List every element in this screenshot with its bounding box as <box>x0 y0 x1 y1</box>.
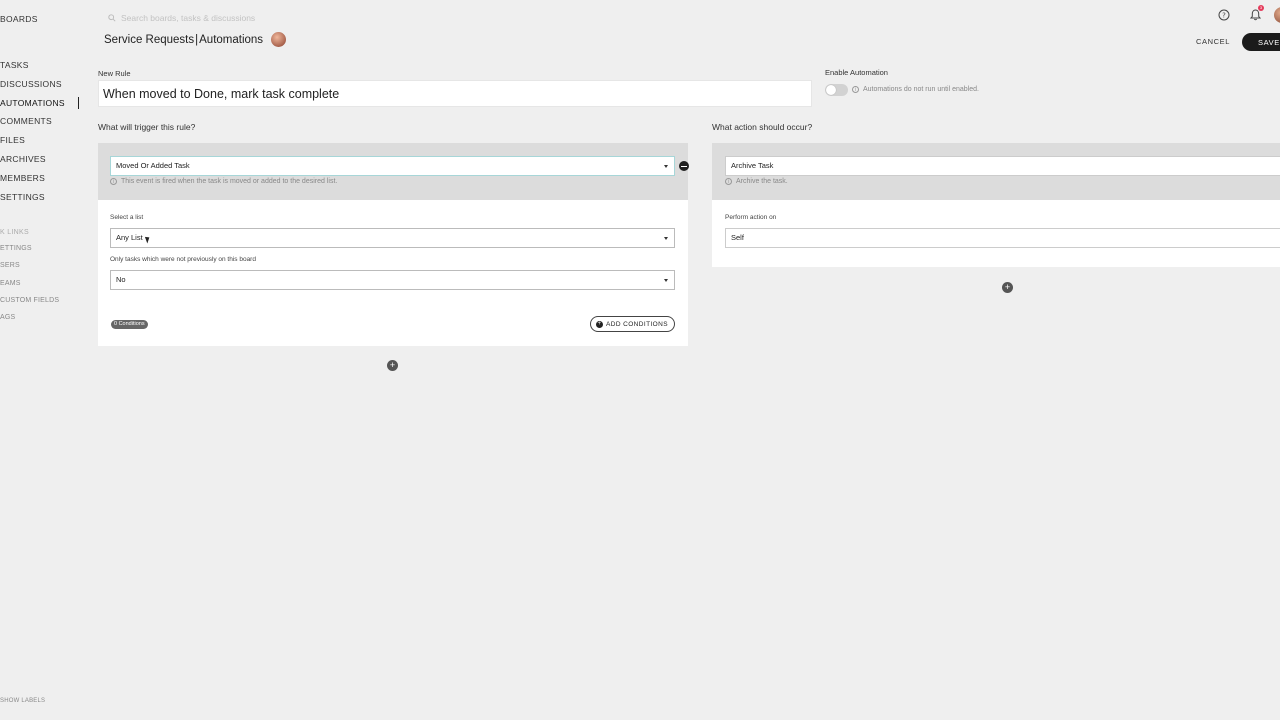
notification-badge: 3 <box>1258 5 1264 11</box>
search-icon <box>108 9 116 27</box>
search-bar <box>108 9 321 27</box>
notifications-bell-icon[interactable]: 3 <box>1248 5 1264 22</box>
trigger-event-value: Moved Or Added Task <box>116 161 190 170</box>
add-conditions-button[interactable]: + ADD CONDITIONS <box>590 316 675 332</box>
plus-icon: + <box>596 320 603 328</box>
info-icon: i <box>725 178 732 185</box>
perform-action-label: Perform action on <box>725 214 777 221</box>
sidebar-item-discussions[interactable]: DISCUSSIONS <box>0 78 65 97</box>
trigger-section-title: What will trigger this rule? <box>98 122 196 132</box>
sidebar-item-files[interactable]: FILES <box>0 134 65 153</box>
board-name[interactable]: Service Requests <box>104 34 194 46</box>
chevron-down-icon <box>664 279 668 282</box>
title-separator: | <box>195 33 199 46</box>
sidebar-nav: TASKS DISCUSSIONS AUTOMATIONS COMMENTS F… <box>0 59 65 209</box>
sidebar: BOARDS TASKS DISCUSSIONS AUTOMATIONS COM… <box>0 0 90 720</box>
only-new-tasks-label: Only tasks which were not previously on … <box>110 256 256 263</box>
quick-link-settings[interactable]: ETTINGS <box>0 245 59 262</box>
action-panel: Archive Task i Archive the task. Perform… <box>712 143 1280 267</box>
enable-note-text: Automations do not run until enabled. <box>863 86 979 93</box>
trigger-event-select[interactable]: Moved Or Added Task <box>110 156 675 176</box>
rule-name-input[interactable] <box>98 80 812 107</box>
quick-link-users[interactable]: SERS <box>0 262 59 279</box>
quick-link-custom-fields[interactable]: CUSTOM FIELDS <box>0 297 59 314</box>
user-avatar[interactable] <box>1274 7 1280 23</box>
enable-automation-note: i Automations do not run until enabled. <box>852 86 979 93</box>
show-labels-toggle[interactable]: SHOW LABELS <box>0 698 45 704</box>
only-new-tasks-value: No <box>116 275 126 284</box>
toggle-knob <box>826 85 836 95</box>
remove-trigger-icon[interactable] <box>679 161 689 171</box>
trigger-event-hint: i This event is fired when the task is m… <box>110 178 337 185</box>
enable-automation-label: Enable Automation <box>825 68 888 77</box>
add-conditions-label: ADD CONDITIONS <box>606 320 668 328</box>
info-icon: i <box>110 178 117 185</box>
sidebar-item-members[interactable]: MEMBERS <box>0 172 65 191</box>
action-hint: i Archive the task. <box>725 178 788 185</box>
sidebar-item-settings[interactable]: SETTINGS <box>0 191 65 210</box>
page-title: Service Requests | Automations <box>104 32 287 47</box>
chevron-down-icon <box>664 165 668 168</box>
trigger-event-hint-text: This event is fired when the task is mov… <box>121 178 338 185</box>
sidebar-item-archives[interactable]: ARCHIVES <box>0 153 65 172</box>
perform-action-value: Self <box>731 233 744 242</box>
quick-link-teams[interactable]: EAMS <box>0 280 59 297</box>
quick-links-title: K LINKS <box>0 229 29 236</box>
quick-link-tags[interactable]: AGS <box>0 314 59 331</box>
only-new-tasks-select[interactable]: No <box>110 270 675 290</box>
list-select-value: Any List <box>116 233 143 242</box>
search-input[interactable] <box>121 13 321 23</box>
rule-name-label: New Rule <box>98 69 131 78</box>
sidebar-item-tasks[interactable]: TASKS <box>0 59 65 78</box>
enable-automation-toggle[interactable] <box>825 84 848 96</box>
sidebar-item-comments[interactable]: COMMENTS <box>0 115 65 134</box>
add-trigger-icon[interactable]: + <box>387 360 398 371</box>
cancel-button[interactable]: CANCEL <box>1196 37 1230 46</box>
quick-links: ETTINGS SERS EAMS CUSTOM FIELDS AGS <box>0 245 59 331</box>
save-button[interactable]: SAVE <box>1242 33 1280 51</box>
info-icon: i <box>852 86 859 93</box>
action-section-title: What action should occur? <box>712 122 813 132</box>
sidebar-item-automations[interactable]: AUTOMATIONS <box>0 97 65 116</box>
sidebar-boards-link[interactable]: BOARDS <box>0 14 38 24</box>
list-select[interactable]: Any List <box>110 228 675 248</box>
action-select-value: Archive Task <box>731 161 774 170</box>
board-owner-avatar[interactable] <box>271 32 287 47</box>
svg-text:?: ? <box>1222 12 1226 20</box>
action-hint-text: Archive the task. <box>736 178 788 185</box>
conditions-count-badge: 0 Conditions <box>111 320 148 329</box>
chevron-down-icon <box>664 237 668 240</box>
help-icon[interactable]: ? <box>1217 8 1231 22</box>
section-name: Automations <box>199 33 264 46</box>
sidebar-active-indicator <box>78 97 79 109</box>
trigger-panel: Moved Or Added Task i This event is fire… <box>98 143 689 346</box>
add-action-icon[interactable]: + <box>1002 282 1013 293</box>
perform-action-select[interactable]: Self <box>725 228 1280 248</box>
action-select[interactable]: Archive Task <box>725 156 1280 176</box>
select-list-label: Select a list <box>110 214 144 221</box>
